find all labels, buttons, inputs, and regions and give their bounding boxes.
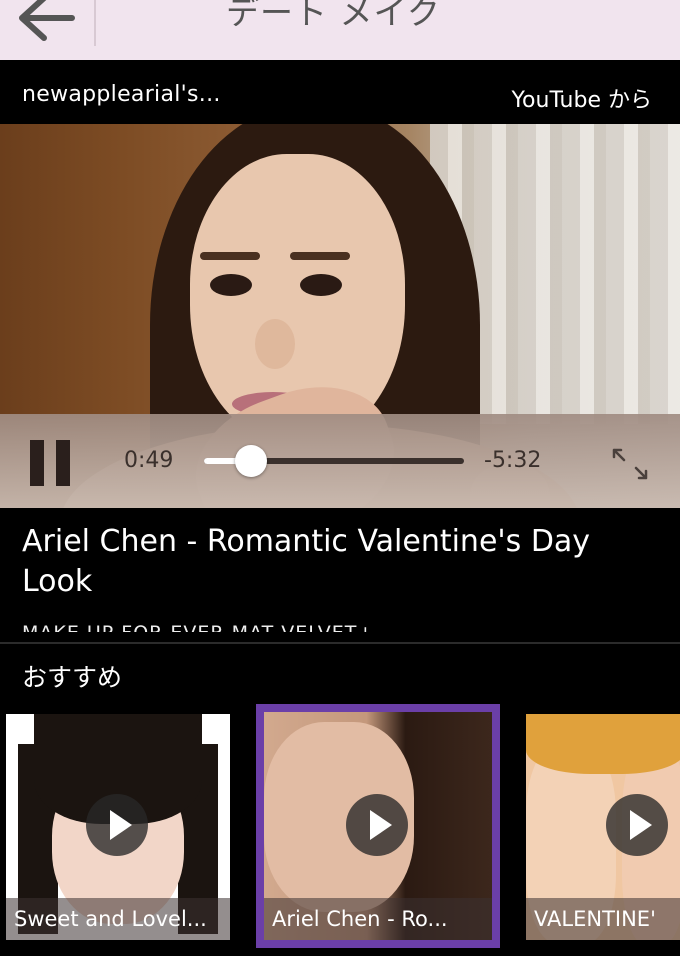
- video-frame-eye: [300, 274, 342, 296]
- video-player[interactable]: 0:49 -5:32: [0, 124, 680, 508]
- progress-slider[interactable]: [204, 445, 464, 477]
- video-frame-brow: [290, 252, 350, 260]
- video-description: MAKE UP FOR EVER MAT VELVET+: [22, 620, 662, 632]
- expand-icon: [612, 448, 648, 480]
- section-divider: [0, 642, 680, 644]
- pause-icon: [56, 440, 70, 486]
- thumbnail-art: [526, 714, 680, 774]
- nav-divider: [94, 0, 96, 46]
- fullscreen-button[interactable]: [610, 446, 650, 482]
- video-source-row: newapplearial's... YouTube から: [0, 60, 680, 124]
- page-title: デート メイク: [226, 0, 441, 32]
- video-frame-eye: [210, 274, 252, 296]
- recommended-video-2-selected[interactable]: Ariel Chen - Ro...: [256, 704, 500, 948]
- play-icon[interactable]: [86, 794, 148, 856]
- playback-controls: 0:49 -5:32: [0, 414, 680, 508]
- navigation-bar: デート メイク: [0, 0, 680, 60]
- back-button[interactable]: [0, 0, 94, 60]
- recommended-video-3[interactable]: VALENTINE': [526, 714, 680, 940]
- recommendations-heading: おすすめ: [22, 663, 123, 692]
- channel-name[interactable]: newapplearial's...: [22, 82, 221, 107]
- time-elapsed: 0:49: [124, 448, 174, 473]
- thumbnail-caption: VALENTINE': [526, 898, 680, 940]
- video-frame-nose: [255, 319, 295, 369]
- source-label[interactable]: YouTube から: [512, 82, 652, 114]
- video-frame-brow: [200, 252, 260, 260]
- pause-icon: [30, 440, 44, 486]
- recommended-video-1[interactable]: Sweet and Lovel...: [6, 714, 230, 940]
- play-icon[interactable]: [346, 794, 408, 856]
- play-icon[interactable]: [606, 794, 668, 856]
- back-arrow-icon: [19, 0, 75, 41]
- progress-knob[interactable]: [234, 445, 267, 477]
- thumbnail-caption: Sweet and Lovel...: [6, 898, 230, 940]
- video-title: Ariel Chen - Romantic Valentine's Day Lo…: [22, 524, 591, 599]
- video-description-text: MAKE UP FOR EVER MAT VELVET+: [22, 622, 662, 632]
- pause-button[interactable]: [26, 440, 74, 486]
- time-remaining: -5:32: [484, 448, 542, 473]
- thumbnail-caption: Ariel Chen - Ro...: [264, 898, 492, 940]
